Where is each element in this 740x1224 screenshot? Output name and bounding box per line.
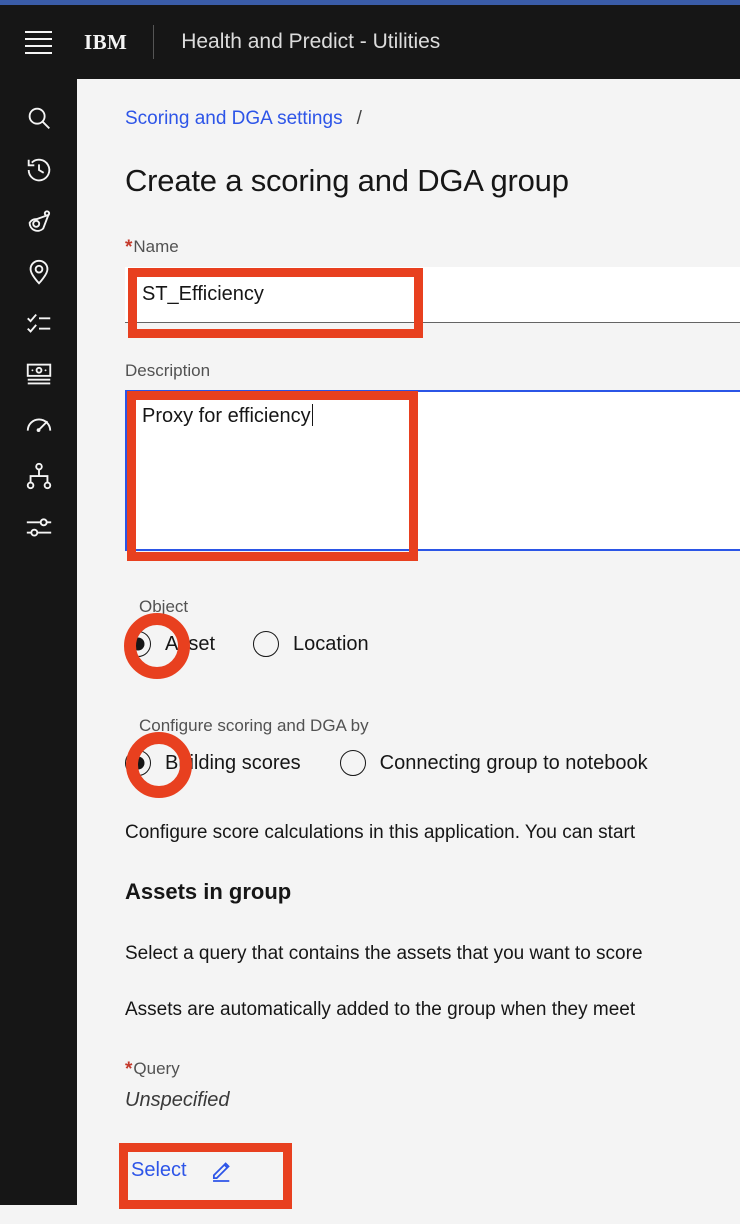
- radio-building-scores-label: Building scores: [165, 751, 301, 774]
- app-header: IBM Health and Predict - Utilities: [0, 5, 740, 79]
- text-cursor: [311, 404, 313, 426]
- rail-item-costs[interactable]: [0, 348, 77, 399]
- search-icon: [24, 104, 54, 134]
- configure-helper-text: Configure score calculations in this app…: [125, 822, 636, 843]
- location-pin-icon: [24, 257, 54, 287]
- edit-pencil-icon: [209, 1157, 235, 1183]
- radio-connecting-notebook[interactable]: [339, 750, 366, 776]
- required-marker: *: [125, 237, 133, 258]
- checklist-icon: [24, 308, 54, 338]
- history-icon: [24, 155, 54, 185]
- required-marker-query: *: [125, 1059, 133, 1080]
- rail-item-settings[interactable]: [0, 501, 77, 552]
- assets-in-group-heading: Assets in group: [125, 879, 292, 904]
- radio-asset[interactable]: [125, 631, 151, 657]
- description-textarea-value-wrap: Proxy for efficiency: [142, 404, 313, 428]
- object-group-label: Object: [139, 597, 189, 616]
- radio-asset-label: Asset: [165, 632, 216, 655]
- radio-option-building-scores[interactable]: Building scores: [125, 750, 301, 776]
- assets-paragraph-2: Assets are automatically added to the gr…: [125, 999, 636, 1020]
- query-value: Unspecified: [125, 1089, 230, 1111]
- rail-item-work-orders[interactable]: [0, 297, 77, 348]
- query-label-text: Query: [133, 1059, 180, 1078]
- rail-item-assets[interactable]: [0, 195, 77, 246]
- assets-paragraph-1: Select a query that contains the assets …: [125, 943, 643, 964]
- ibm-brand-label: IBM: [84, 29, 128, 54]
- rail-item-meters[interactable]: [0, 399, 77, 450]
- select-query-button[interactable]: Select: [131, 1147, 231, 1193]
- rail-item-history[interactable]: [0, 144, 77, 195]
- rail-item-locations[interactable]: [0, 246, 77, 297]
- page-title: Create a scoring and DGA group: [125, 163, 569, 198]
- configure-radio-group: Building scores Connecting group to note…: [125, 750, 648, 776]
- app-title: Health and Predict - Utilities: [181, 30, 441, 53]
- name-label-text: Name: [133, 237, 179, 256]
- radio-option-asset[interactable]: Asset: [125, 631, 215, 657]
- left-navigation-rail: [0, 79, 77, 1205]
- breadcrumb-link-scoring-settings[interactable]: Scoring and DGA settings: [125, 108, 343, 129]
- name-field-label: *Name: [125, 237, 179, 259]
- rail-item-search[interactable]: [0, 93, 77, 144]
- main-content: Scoring and DGA settings / Create a scori…: [77, 79, 740, 1224]
- description-textarea[interactable]: Proxy for efficiency: [125, 390, 740, 551]
- radio-option-location[interactable]: Location: [253, 631, 369, 657]
- gauge-icon: [24, 410, 54, 440]
- asset-icon: [24, 206, 54, 236]
- breadcrumb-separator: /: [356, 108, 362, 129]
- name-input[interactable]: [125, 267, 740, 323]
- sliders-icon: [24, 512, 54, 542]
- breadcrumb: Scoring and DGA settings /: [125, 108, 362, 130]
- header-divider: [153, 25, 155, 59]
- rail-item-hierarchy[interactable]: [0, 450, 77, 501]
- hierarchy-icon: [24, 461, 54, 491]
- query-field-label: *Query: [125, 1059, 180, 1081]
- radio-location[interactable]: [253, 631, 280, 657]
- description-field-label: Description: [125, 361, 211, 380]
- radio-location-label: Location: [293, 632, 369, 655]
- select-button-label: Select: [131, 1158, 187, 1181]
- radio-connecting-notebook-label: Connecting group to notebook: [379, 751, 648, 774]
- app-root: IBM Health and Predict - Utilities Scori…: [0, 0, 740, 1224]
- radio-building-scores[interactable]: [125, 750, 151, 776]
- configure-group-label: Configure scoring and DGA by: [139, 716, 369, 735]
- description-textarea-value: Proxy for efficiency: [142, 405, 311, 427]
- radio-option-connecting-notebook[interactable]: Connecting group to notebook: [339, 750, 648, 776]
- hamburger-menu-icon[interactable]: [14, 18, 62, 66]
- object-radio-group: Asset Location: [125, 631, 369, 657]
- money-bill-icon: [24, 359, 54, 389]
